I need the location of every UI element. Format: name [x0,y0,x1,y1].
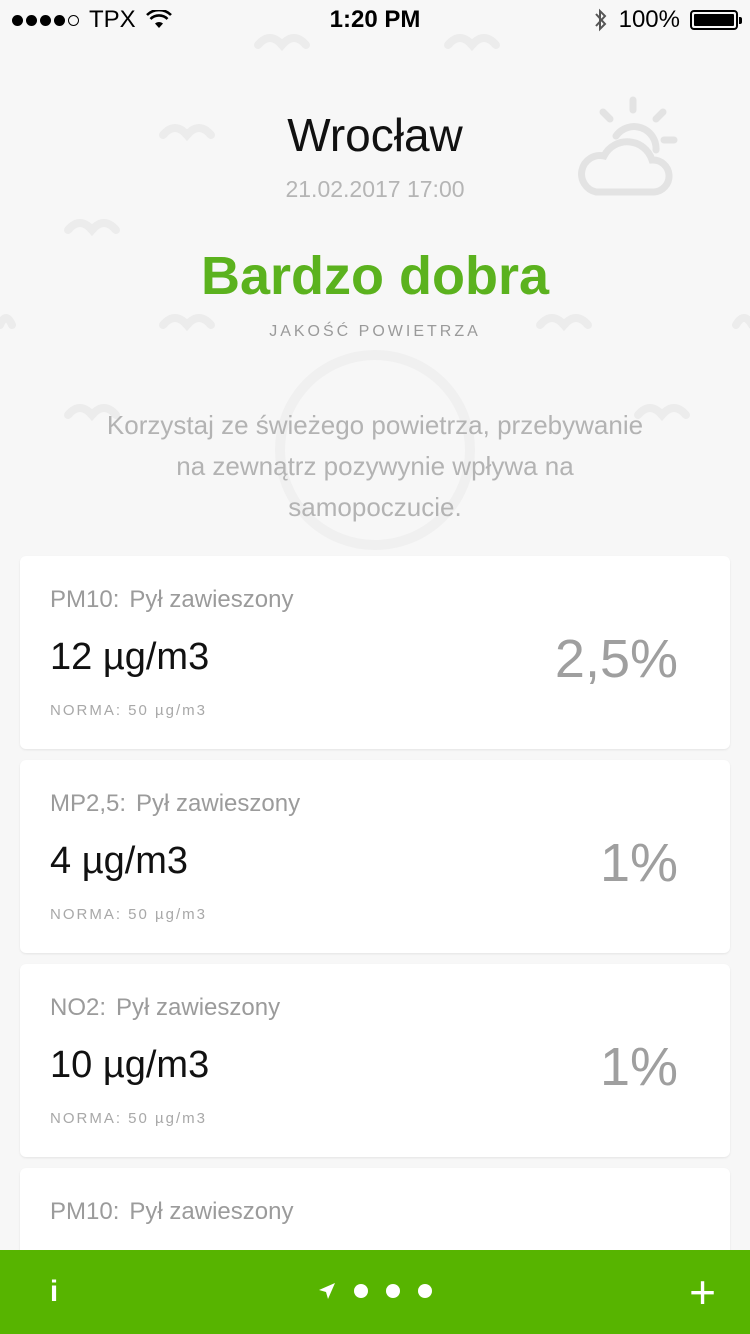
air-quality-label: JAKOŚĆ POWIETRZA [269,323,481,340]
pollutant-type: Pył zawieszony [136,790,301,817]
carrier-name: TPX [89,6,136,33]
pollutant-code: PM10: [50,1198,120,1225]
pollutant-code: NO2: [50,994,107,1021]
battery-icon [690,10,742,30]
page-dot[interactable] [354,1284,368,1298]
page-dot[interactable] [386,1284,400,1298]
add-location-button[interactable]: + [689,1269,716,1315]
battery-percent: 100% [618,6,680,33]
pollutant-type: Pył zawieszony [116,994,281,1021]
pollutant-card[interactable]: PM10: Pył zawieszony 12 µg/m3 NORMA: 50 µ… [20,556,730,749]
pollutant-norm: NORMA: 50 µg/m3 [50,1110,208,1127]
pollutant-norm: NORMA: 50 µg/m3 [50,906,208,923]
location-arrow-icon[interactable] [318,1282,336,1300]
air-quality-header: Wrocław 21.02.2017 17:00 Bardzo dobra JA… [0,108,750,528]
pollutant-name: MP2,5: Pył zawieszony [50,790,300,818]
pollutant-percent: 1% [599,1037,678,1097]
pollutant-value: 4 µg/m3 [50,840,189,882]
info-button[interactable]: i [44,1275,64,1309]
city-name: Wrocław [287,109,463,161]
pollutant-percent: 1% [599,833,678,893]
air-quality-rating: Bardzo dobra [200,246,550,306]
advice-text: Korzystaj ze świeżego powietrza, przebyw… [106,410,644,522]
pollutant-name: PM10: Pył zawieszony [50,1198,293,1226]
pollutant-type: Pył zawieszony [129,1198,294,1225]
signal-strength-icon [12,14,79,26]
status-bar-left: TPX [12,6,172,34]
page-indicator[interactable] [318,1282,432,1300]
measurement-datetime: 21.02.2017 17:00 [285,176,465,202]
pollutant-value: 12 µg/m3 [50,636,210,678]
pollutant-name: NO2: Pył zawieszony [50,994,280,1022]
pollutant-type: Pył zawieszony [129,586,294,613]
pollutant-norm: NORMA: 50 µg/m3 [50,702,208,719]
status-bar: TPX 1:20 PM 100% [0,0,750,40]
pollutant-card[interactable]: NO2: Pył zawieszony 10 µg/m3 NORMA: 50 µg… [20,964,730,1157]
pollutant-code: MP2,5: [50,790,127,817]
pollutant-name: PM10: Pył zawieszony [50,586,293,614]
bluetooth-icon [594,8,606,32]
pollutant-code: PM10: [50,586,120,613]
pollutant-percent: 2,5% [554,629,678,689]
pollutant-card[interactable]: MP2,5: Pył zawieszony 4 µg/m3 NORMA: 50 µ… [20,760,730,953]
bottom-bar: i + [0,1250,750,1334]
status-bar-right: 100% [593,6,742,34]
wifi-icon [145,10,172,28]
pollutant-list: PM10: Pył zawieszony 12 µg/m3 NORMA: 50 µ… [20,556,730,1334]
pollutant-value: 10 µg/m3 [50,1044,210,1086]
page-dot[interactable] [418,1284,432,1298]
